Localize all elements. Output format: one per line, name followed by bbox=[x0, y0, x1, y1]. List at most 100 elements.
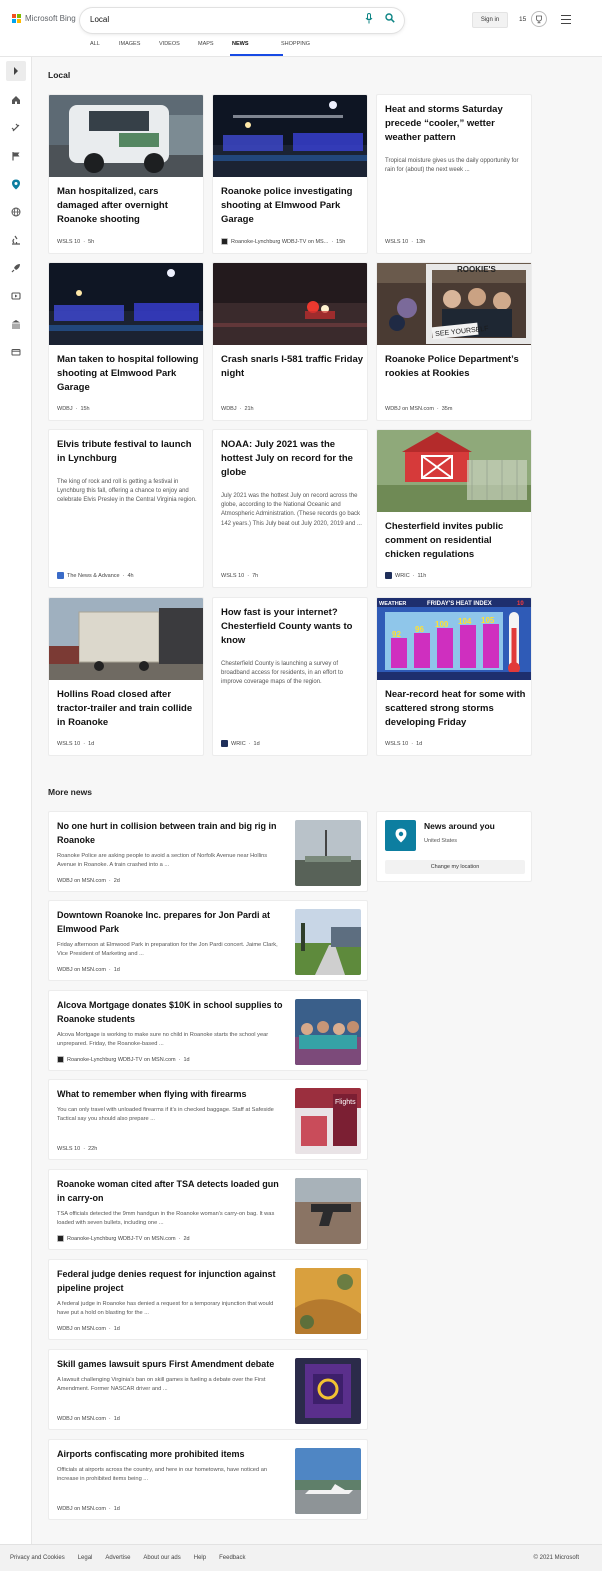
news-card[interactable]: ROOKIE'S SEE YOURSELF Roanoke Police Dep… bbox=[376, 262, 532, 421]
change-location-button[interactable]: Change my location bbox=[385, 860, 525, 874]
news-card[interactable]: Hollins Road closed after tractor-traile… bbox=[48, 597, 204, 756]
sidebar-item-technology[interactable] bbox=[6, 118, 26, 138]
expand-sidebar-button[interactable] bbox=[6, 61, 26, 81]
news-card[interactable]: Man hospitalized, cars damaged after ove… bbox=[48, 94, 204, 254]
news-card[interactable]: WEATHER FRIDAY'S HEAT INDEX 10 92 96 100… bbox=[376, 597, 532, 756]
list-item-title[interactable]: Roanoke woman cited after TSA detects lo… bbox=[57, 1178, 283, 1205]
group-photo bbox=[295, 999, 361, 1065]
card-source: WDBJ · 21h bbox=[221, 406, 254, 412]
tab-all[interactable]: ALL bbox=[90, 41, 119, 56]
footer-link-feedback[interactable]: Feedback bbox=[219, 1555, 245, 1561]
news-list-item[interactable]: Roanoke woman cited after TSA detects lo… bbox=[48, 1169, 368, 1250]
sidebar-item-politics[interactable] bbox=[6, 314, 26, 334]
source-name: WDBJ on MSN.com bbox=[57, 1326, 106, 1332]
article-age: 35m bbox=[441, 406, 453, 412]
news-list-item[interactable]: Downtown Roanoke Inc. prepares for Jon P… bbox=[48, 900, 368, 981]
search-box[interactable]: Local bbox=[80, 8, 404, 33]
sidebar-item-home[interactable] bbox=[6, 90, 26, 110]
news-card[interactable]: Roanoke police investigating shooting at… bbox=[212, 94, 368, 254]
rookies-sign-text: ROOKIE'S bbox=[457, 265, 496, 274]
bing-logo[interactable]: Microsoft Bing bbox=[12, 14, 76, 23]
sign-in-button[interactable]: Sign in bbox=[472, 12, 508, 28]
rewards-trophy-icon[interactable] bbox=[531, 11, 547, 27]
news-card[interactable]: NOAA: July 2021 was the hottest July on … bbox=[212, 429, 368, 588]
top-header: Microsoft Bing Local Sign in 15 ALL IMAG… bbox=[0, 0, 602, 57]
sidebar-item-local[interactable] bbox=[6, 174, 26, 194]
card-icon bbox=[11, 349, 21, 356]
news-card[interactable]: Man taken to hospital following shooting… bbox=[48, 262, 204, 421]
footer-link-help[interactable]: Help bbox=[194, 1555, 206, 1561]
police-car-photo bbox=[49, 95, 203, 177]
article-age: 1d bbox=[253, 740, 260, 747]
red-chicken-coop-photo bbox=[377, 430, 531, 512]
article-age: 5h bbox=[88, 239, 95, 245]
card-title[interactable]: Chesterfield invites public comment on r… bbox=[385, 520, 529, 562]
sidebar-item-sports[interactable] bbox=[6, 258, 26, 278]
sidebar-item-money[interactable] bbox=[6, 342, 26, 362]
sidebar-item-us[interactable] bbox=[6, 146, 26, 166]
search-input[interactable]: Local bbox=[90, 15, 109, 24]
news-card[interactable]: How fast is your internet? Chesterfield … bbox=[212, 597, 368, 756]
news-card[interactable]: Crash snarls I-581 traffic Friday night … bbox=[212, 262, 368, 421]
tab-images[interactable]: IMAGES bbox=[119, 41, 159, 56]
location-pin-icon bbox=[12, 179, 20, 189]
tab-shopping[interactable]: SHOPPING bbox=[281, 41, 331, 56]
sidebar-item-science[interactable] bbox=[6, 230, 26, 250]
expand-arrow-icon bbox=[14, 67, 18, 75]
tab-maps[interactable]: MAPS bbox=[198, 41, 232, 56]
news-list-item[interactable]: Airports confiscating more prohibited it… bbox=[48, 1439, 368, 1520]
page-footer: Privacy and Cookies Legal Advertise Abou… bbox=[0, 1544, 602, 1571]
list-item-title[interactable]: Airports confiscating more prohibited it… bbox=[57, 1448, 283, 1462]
card-title[interactable]: Hollins Road closed after tractor-traile… bbox=[57, 688, 201, 730]
list-item-title[interactable]: Federal judge denies request for injunct… bbox=[57, 1268, 283, 1295]
card-title[interactable]: Heat and storms Saturday precede “cooler… bbox=[385, 103, 529, 145]
footer-link-advertise[interactable]: Advertise bbox=[105, 1555, 130, 1561]
tab-videos[interactable]: VIDEOS bbox=[159, 41, 198, 56]
news-card[interactable]: Chesterfield invites public comment on r… bbox=[376, 429, 532, 588]
sidebar-item-entertainment[interactable] bbox=[6, 286, 26, 306]
news-list-item[interactable]: Federal judge denies request for injunct… bbox=[48, 1259, 368, 1340]
list-item-source: WDBJ on MSN.com · 2d bbox=[57, 878, 120, 884]
card-source: WSLS 10 · 1d bbox=[385, 741, 423, 747]
list-item-title[interactable]: Downtown Roanoke Inc. prepares for Jon P… bbox=[57, 909, 283, 936]
card-title[interactable]: How fast is your internet? Chesterfield … bbox=[221, 606, 365, 648]
list-item-title[interactable]: Skill games lawsuit spurs First Amendmen… bbox=[57, 1358, 283, 1372]
card-title[interactable]: Elvis tribute festival to launch in Lync… bbox=[57, 438, 201, 466]
card-title[interactable]: Roanoke police investigating shooting at… bbox=[221, 185, 365, 227]
card-title[interactable]: Roanoke Police Department’s rookies at R… bbox=[385, 353, 529, 381]
list-item-title[interactable]: No one hurt in collision between train a… bbox=[57, 820, 283, 847]
card-source: WDBJ on MSN.com · 35m bbox=[385, 406, 453, 412]
rewards-points[interactable]: 15 bbox=[519, 16, 526, 23]
left-sidebar bbox=[0, 57, 32, 1544]
card-source: Roanoke-Lynchburg WDBJ-TV on MS... · 15h bbox=[221, 238, 345, 245]
card-title[interactable]: Man hospitalized, cars damaged after ove… bbox=[57, 185, 201, 227]
news-list-item[interactable]: No one hurt in collision between train a… bbox=[48, 811, 368, 892]
footer-link-privacy[interactable]: Privacy and Cookies bbox=[10, 1555, 65, 1561]
source-name: WSLS 10 bbox=[385, 239, 409, 245]
search-icon[interactable] bbox=[385, 13, 395, 23]
list-item-title[interactable]: Alcova Mortgage donates $10K in school s… bbox=[57, 999, 283, 1026]
menu-icon[interactable] bbox=[561, 15, 571, 27]
news-card[interactable]: Heat and storms Saturday precede “cooler… bbox=[376, 94, 532, 254]
card-title[interactable]: Man taken to hospital following shooting… bbox=[57, 353, 201, 395]
news-list-item[interactable]: Skill games lawsuit spurs First Amendmen… bbox=[48, 1349, 368, 1430]
card-title[interactable]: Crash snarls I-581 traffic Friday night bbox=[221, 353, 365, 381]
footer-link-legal[interactable]: Legal bbox=[78, 1555, 93, 1561]
sidebar-item-world[interactable] bbox=[6, 202, 26, 222]
card-snippet: Tropical moisture gives us the daily opp… bbox=[385, 158, 519, 174]
microphone-icon[interactable] bbox=[365, 13, 373, 24]
news-advance-logo-icon bbox=[57, 572, 64, 579]
list-item-title[interactable]: What to remember when flying with firear… bbox=[57, 1088, 283, 1102]
heat-value-5: 105 bbox=[481, 616, 495, 625]
tractor-trailer-photo bbox=[49, 598, 203, 680]
news-list-item[interactable]: Alcova Mortgage donates $10K in school s… bbox=[48, 990, 368, 1071]
list-item-snippet: Roanoke Police are asking people to avoi… bbox=[57, 853, 268, 868]
card-title[interactable]: Near-record heat for some with scattered… bbox=[385, 688, 529, 730]
card-title[interactable]: NOAA: July 2021 was the hottest July on … bbox=[221, 438, 365, 480]
news-list-item[interactable]: What to remember when flying with firear… bbox=[48, 1079, 368, 1160]
tab-news[interactable]: NEWS bbox=[230, 41, 283, 56]
list-item-source: Roanoke-Lynchburg WDBJ-TV on MSN.com · 1d bbox=[57, 1056, 190, 1063]
card-source: WDBJ · 15h bbox=[57, 406, 90, 412]
news-card[interactable]: Elvis tribute festival to launch in Lync… bbox=[48, 429, 204, 588]
footer-link-about-ads[interactable]: About our ads bbox=[143, 1555, 180, 1561]
